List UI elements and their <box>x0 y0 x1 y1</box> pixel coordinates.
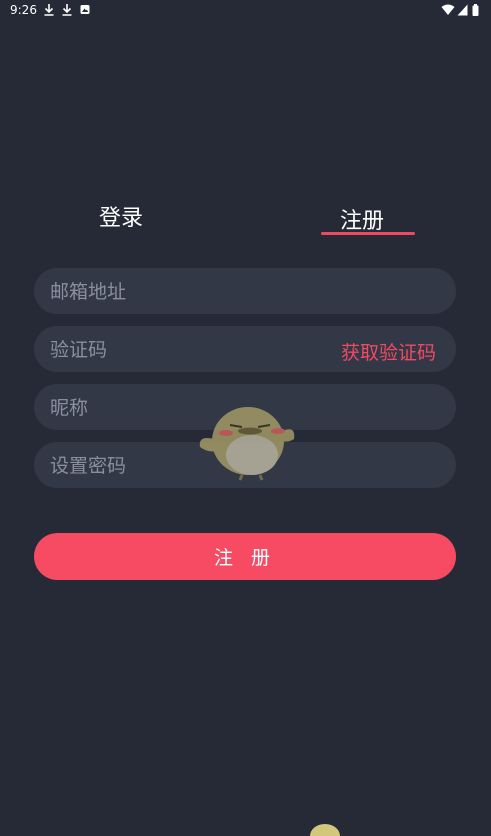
status-bar: 9:26 <box>0 0 491 22</box>
status-time: 9:26 <box>10 3 37 17</box>
battery-icon <box>472 4 479 16</box>
active-tab-indicator <box>321 232 415 235</box>
email-field <box>34 268 456 316</box>
download-icon <box>62 4 72 16</box>
code-field: 获取验证码 <box>34 326 456 374</box>
download-icon <box>44 4 54 16</box>
get-code-button[interactable]: 获取验证码 <box>341 338 436 365</box>
wifi-icon <box>441 4 455 15</box>
email-input[interactable] <box>48 268 332 316</box>
mascot-icon <box>199 407 295 481</box>
tab-login[interactable]: 登录 <box>99 200 143 232</box>
register-submit-button[interactable]: 注 册 <box>34 533 456 580</box>
verification-code-input[interactable] <box>48 326 332 374</box>
tab-register[interactable]: 注册 <box>340 203 384 235</box>
signal-icon <box>457 4 468 16</box>
photo-icon <box>80 5 90 14</box>
